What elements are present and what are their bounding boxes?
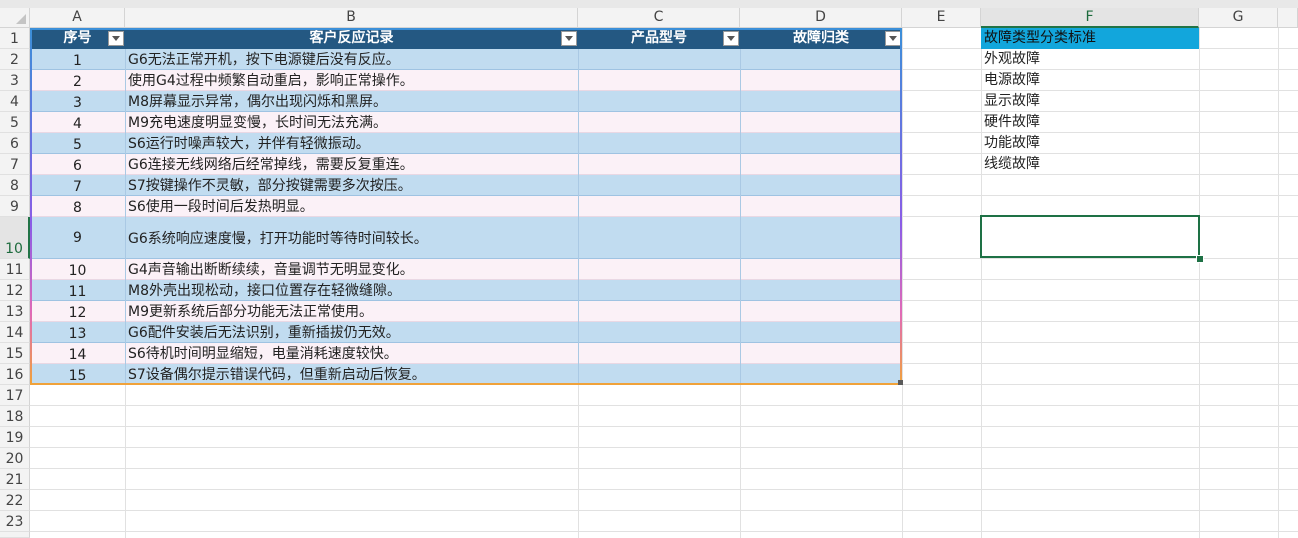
category-item[interactable]: 功能故障 [981,133,1199,154]
cell-record[interactable]: S6使用一段时间后发热明显。 [125,196,578,217]
category-item[interactable]: 线缆故障 [981,154,1199,175]
table-header-fault-category: 故障归类 [793,30,849,46]
cell-no[interactable]: 5 [30,133,125,154]
cell-no[interactable]: 7 [30,175,125,196]
cell-record[interactable]: S6运行时噪声较大，并伴有轻微振动。 [125,133,578,154]
cell-no[interactable]: 12 [30,301,125,322]
row-header[interactable]: 16 [0,364,30,385]
row-header[interactable]: 9 [0,196,30,217]
column-header-e[interactable]: E [902,8,981,28]
cell-record[interactable]: G4声音输出断断续续，音量调节无明显变化。 [125,259,578,280]
cell-record[interactable]: S6待机时间明显缩短，电量消耗速度较快。 [125,343,578,364]
cell-no[interactable]: 10 [30,259,125,280]
table-divider [740,49,741,385]
table-header-record: 客户反应记录 [309,30,394,46]
column-header-c[interactable]: C [578,8,740,28]
table-divider [578,49,579,385]
cell-no[interactable]: 14 [30,343,125,364]
column-header-f[interactable]: F [981,8,1199,28]
top-strip [0,0,1298,8]
row-header[interactable]: 19 [0,427,30,448]
cell-no[interactable]: 13 [30,322,125,343]
cell-record[interactable]: M9充电速度明显变慢，长时间无法充满。 [125,112,578,133]
gridline [30,489,1298,490]
row-header[interactable]: 1 [0,28,30,49]
cell-record[interactable]: G6系统响应速度慢，打开功能时等待时间较长。 [125,217,578,259]
cell-record[interactable]: G6连接无线网络后经常掉线，需要反复重连。 [125,154,578,175]
category-item[interactable]: 硬件故障 [981,112,1199,133]
gridline [30,447,1298,448]
table-header-model: 产品型号 [631,30,687,46]
row-header[interactable]: 7 [0,154,30,175]
cell-no[interactable]: 1 [30,49,125,70]
active-cell[interactable] [980,215,1200,258]
gridline [1199,28,1200,538]
fill-handle[interactable] [1196,255,1204,263]
cell-no[interactable]: 15 [30,364,125,385]
cell-no[interactable]: 11 [30,280,125,301]
row-header-selected[interactable]: 10 [0,217,30,259]
row-header[interactable]: 18 [0,406,30,427]
row-header[interactable]: 3 [0,70,30,91]
filter-dropdown-icon[interactable] [723,31,739,46]
select-all-corner[interactable] [0,8,30,28]
cell-no[interactable]: 8 [30,196,125,217]
cell-no[interactable]: 4 [30,112,125,133]
gridline [30,531,1298,532]
category-item[interactable]: 外观故障 [981,49,1199,70]
row-header[interactable]: 14 [0,322,30,343]
column-header-a[interactable]: A [30,8,125,28]
row-header[interactable]: 12 [0,280,30,301]
row-header[interactable]: 21 [0,469,30,490]
cell-record[interactable]: G6无法正常开机，按下电源键后没有反应。 [125,49,578,70]
cell-record[interactable]: 使用G4过程中频繁自动重启，影响正常操作。 [125,70,578,91]
row-header[interactable]: 15 [0,343,30,364]
gridline [1278,28,1279,538]
row-header[interactable]: 4 [0,91,30,112]
filter-dropdown-icon[interactable] [885,31,901,46]
filter-dropdown-icon[interactable] [108,31,124,46]
cell-no[interactable]: 3 [30,91,125,112]
row-header[interactable]: 17 [0,385,30,406]
select-all-triangle-icon [16,14,26,24]
cell-no[interactable]: 2 [30,70,125,91]
row-header-partial[interactable] [0,532,30,538]
cell-record[interactable]: M9更新系统后部分功能无法正常使用。 [125,301,578,322]
cell-record[interactable]: S7设备偶尔提示错误代码，但重新启动后恢复。 [125,364,578,385]
row-header[interactable]: 2 [0,49,30,70]
row-header[interactable]: 13 [0,301,30,322]
column-header-d[interactable]: D [740,8,902,28]
cell-record[interactable]: G6配件安装后无法识别，重新插拔仍无效。 [125,322,578,343]
gridline [30,405,1298,406]
row-header[interactable]: 5 [0,112,30,133]
table-resize-handle[interactable] [898,380,903,385]
cell-record[interactable]: S7按键操作不灵敏，部分按键需要多次按压。 [125,175,578,196]
filter-dropdown-icon[interactable] [561,31,577,46]
row-header[interactable]: 11 [0,259,30,280]
gridline [30,468,1298,469]
row-header[interactable]: 20 [0,448,30,469]
gridline [30,426,1298,427]
cell-record[interactable]: M8外壳出现松动，接口位置存在轻微缝隙。 [125,280,578,301]
row-header[interactable]: 8 [0,175,30,196]
gridline [902,28,903,538]
category-item[interactable]: 电源故障 [981,70,1199,91]
row-header[interactable]: 23 [0,511,30,532]
row-header[interactable]: 22 [0,490,30,511]
category-item[interactable]: 显示故障 [981,91,1199,112]
cell-record[interactable]: M8屏幕显示异常，偶尔出现闪烁和黑屏。 [125,91,578,112]
column-header-b[interactable]: B [125,8,578,28]
category-header[interactable]: 故障类型分类标准 [981,28,1199,49]
cell-no[interactable]: 6 [30,154,125,175]
column-header-h-partial[interactable] [1278,8,1298,28]
column-header-g[interactable]: G [1199,8,1278,28]
gridline [30,510,1298,511]
row-header[interactable]: 6 [0,133,30,154]
cell-no[interactable]: 9 [30,217,125,259]
